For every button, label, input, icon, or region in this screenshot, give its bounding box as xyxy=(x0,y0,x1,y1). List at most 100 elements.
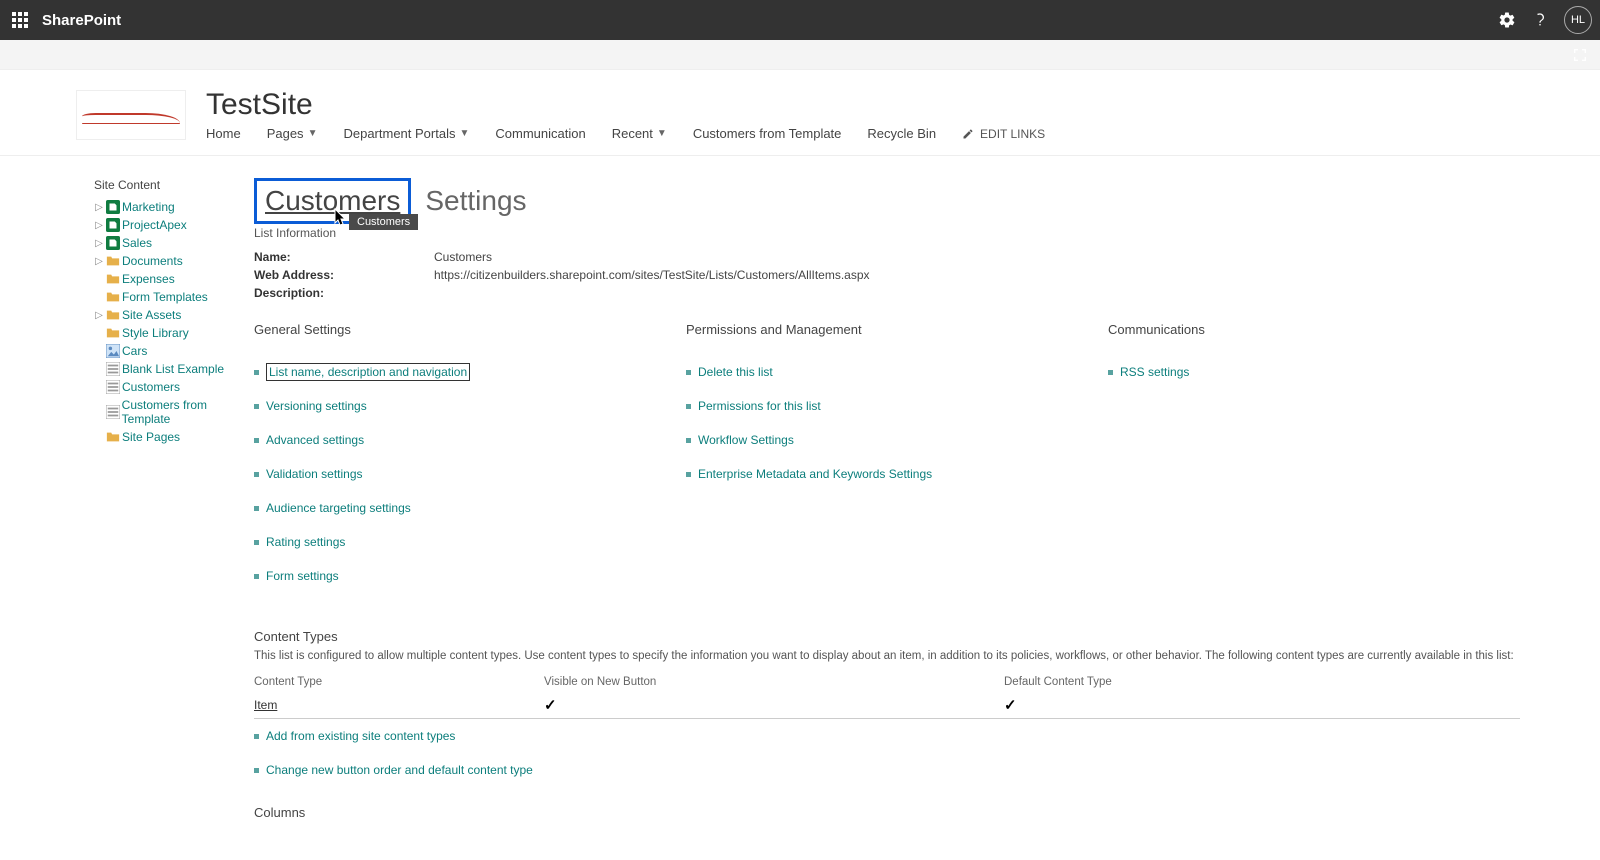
link-rss-settings[interactable]: RSS settings xyxy=(1120,365,1189,379)
folder-icon xyxy=(106,254,120,268)
tree-item-customers[interactable]: Customers xyxy=(94,378,254,396)
chevron-down-icon: ▼ xyxy=(657,128,667,139)
tree-item-customers-from-template[interactable]: Customers from Template xyxy=(94,396,254,428)
nav-pages-label: Pages xyxy=(267,126,304,141)
expand-caret-icon[interactable]: ▷ xyxy=(94,256,104,267)
cursor-icon xyxy=(333,208,349,228)
nav-dept-label: Department Portals xyxy=(343,126,455,141)
content-types-description: This list is configured to allow multipl… xyxy=(254,650,1520,662)
permissions-management-heading: Permissions and Management xyxy=(686,322,1076,337)
folder-icon xyxy=(106,308,120,322)
tree-item-documents[interactable]: ▷Documents xyxy=(94,252,254,270)
folder-icon xyxy=(106,290,120,304)
link-list-name-description-navigation[interactable]: List name, description and navigation xyxy=(266,363,470,381)
info-webaddress-label: Web Address: xyxy=(254,268,434,282)
nav-department-portals[interactable]: Department Portals ▼ xyxy=(343,126,469,141)
tree-item-blank-list[interactable]: Blank List Example xyxy=(94,360,254,378)
info-name-value: Customers xyxy=(434,250,492,264)
content-types-section: Content Types This list is configured to… xyxy=(254,629,1520,787)
content-types-table: Content Type Visible on New Button Defau… xyxy=(254,672,1520,719)
list-info-table: Name: Customers Web Address: https://cit… xyxy=(254,248,1520,302)
main-content: Customers Settings Customers List Inform… xyxy=(254,178,1600,820)
nav-customers-from-template[interactable]: Customers from Template xyxy=(693,126,842,141)
general-settings-heading: General Settings xyxy=(254,322,654,337)
link-enterprise-metadata-keywords[interactable]: Enterprise Metadata and Keywords Setting… xyxy=(698,467,932,481)
link-change-new-button-order[interactable]: Change new button order and default cont… xyxy=(266,763,533,777)
tree-item-site-assets[interactable]: ▷Site Assets xyxy=(94,306,254,324)
nav-pages[interactable]: Pages ▼ xyxy=(267,126,318,141)
help-icon[interactable] xyxy=(1532,12,1548,28)
link-permissions-for-this-list[interactable]: Permissions for this list xyxy=(698,399,821,413)
tree-item-style-library[interactable]: Style Library xyxy=(94,324,254,342)
link-advanced-settings[interactable]: Advanced settings xyxy=(266,433,364,447)
avatar[interactable]: HL xyxy=(1564,6,1592,34)
info-webaddress-value: https://citizenbuilders.sharepoint.com/s… xyxy=(434,268,870,282)
page-title-suffix: Settings xyxy=(425,185,526,216)
folder-icon xyxy=(106,272,120,286)
checkmark-icon: ✓ xyxy=(544,697,557,714)
link-rating-settings[interactable]: Rating settings xyxy=(266,535,345,549)
app-launcher-icon[interactable] xyxy=(8,8,32,32)
picture-library-icon xyxy=(106,344,120,358)
link-validation-settings[interactable]: Validation settings xyxy=(266,467,363,481)
info-description-label: Description: xyxy=(254,286,434,300)
link-add-from-existing-content-types[interactable]: Add from existing site content types xyxy=(266,729,455,743)
checkmark-icon: ✓ xyxy=(1004,697,1017,714)
suite-bar-right: HL xyxy=(1498,6,1592,34)
expand-caret-icon[interactable]: ▷ xyxy=(94,238,104,249)
general-settings-column: General Settings List name, description … xyxy=(254,322,654,593)
settings-gear-icon[interactable] xyxy=(1498,11,1516,29)
nav-recycle-bin[interactable]: Recycle Bin xyxy=(867,126,936,141)
tree-title: Site Content xyxy=(94,178,254,192)
settings-columns: General Settings List name, description … xyxy=(254,322,1520,593)
expand-caret-icon[interactable]: ▷ xyxy=(94,202,104,213)
ct-col-content-type: Content Type xyxy=(254,672,544,692)
edit-links-button[interactable]: EDIT LINKS xyxy=(962,127,1045,141)
content-type-item-link[interactable]: Item xyxy=(254,698,277,712)
suite-bar: SharePoint HL xyxy=(0,0,1600,40)
top-nav: Home Pages ▼ Department Portals ▼ Communic… xyxy=(206,126,1045,141)
tree-item-sales[interactable]: ▷Sales xyxy=(94,234,254,252)
chevron-down-icon: ▼ xyxy=(459,128,469,139)
tree-item-form-templates[interactable]: Form Templates xyxy=(94,288,254,306)
folder-icon xyxy=(106,430,120,444)
site-logo[interactable] xyxy=(76,90,186,140)
brand-label[interactable]: SharePoint xyxy=(42,12,121,29)
edit-links-label: EDIT LINKS xyxy=(980,127,1045,141)
content-types-heading: Content Types xyxy=(254,629,1520,644)
tree-item-projectapex[interactable]: ▷ProjectApex xyxy=(94,216,254,234)
nav-communication[interactable]: Communication xyxy=(495,126,585,141)
tree-item-cars[interactable]: Cars xyxy=(94,342,254,360)
site-icon xyxy=(106,218,120,232)
communications-heading: Communications xyxy=(1108,322,1205,337)
link-form-settings[interactable]: Form settings xyxy=(266,569,339,583)
site-title[interactable]: TestSite xyxy=(206,88,1045,122)
page-title: Customers Settings xyxy=(254,178,1520,224)
site-icon xyxy=(106,236,120,250)
link-audience-targeting-settings[interactable]: Audience targeting settings xyxy=(266,501,411,515)
link-versioning-settings[interactable]: Versioning settings xyxy=(266,399,367,413)
link-workflow-settings[interactable]: Workflow Settings xyxy=(698,433,794,447)
chevron-down-icon: ▼ xyxy=(308,128,318,139)
nav-recent[interactable]: Recent ▼ xyxy=(612,126,667,141)
content-row: Site Content ▷Marketing ▷ProjectApex ▷Sa… xyxy=(0,156,1600,860)
ct-col-default: Default Content Type xyxy=(1004,672,1520,692)
site-header: TestSite Home Pages ▼ Department Portals ▼… xyxy=(0,70,1600,156)
list-icon xyxy=(106,362,120,376)
expand-caret-icon[interactable]: ▷ xyxy=(94,220,104,231)
nav-recent-label: Recent xyxy=(612,126,653,141)
tree-item-expenses[interactable]: Expenses xyxy=(94,270,254,288)
ct-col-visible-new: Visible on New Button xyxy=(544,672,1004,692)
tooltip: Customers xyxy=(349,214,418,230)
communications-column: Communications RSS settings xyxy=(1108,322,1205,593)
content-type-row: Item ✓ ✓ xyxy=(254,692,1520,719)
nav-home[interactable]: Home xyxy=(206,126,241,141)
focus-content-icon[interactable] xyxy=(1572,47,1588,63)
site-content-tree: Site Content ▷Marketing ▷ProjectApex ▷Sa… xyxy=(94,178,254,820)
expand-caret-icon[interactable]: ▷ xyxy=(94,310,104,321)
tree-item-marketing[interactable]: ▷Marketing xyxy=(94,198,254,216)
ribbon-bar xyxy=(0,40,1600,70)
tree-item-site-pages[interactable]: Site Pages xyxy=(94,428,254,446)
link-delete-this-list[interactable]: Delete this list xyxy=(698,365,773,379)
columns-heading: Columns xyxy=(254,805,1520,820)
